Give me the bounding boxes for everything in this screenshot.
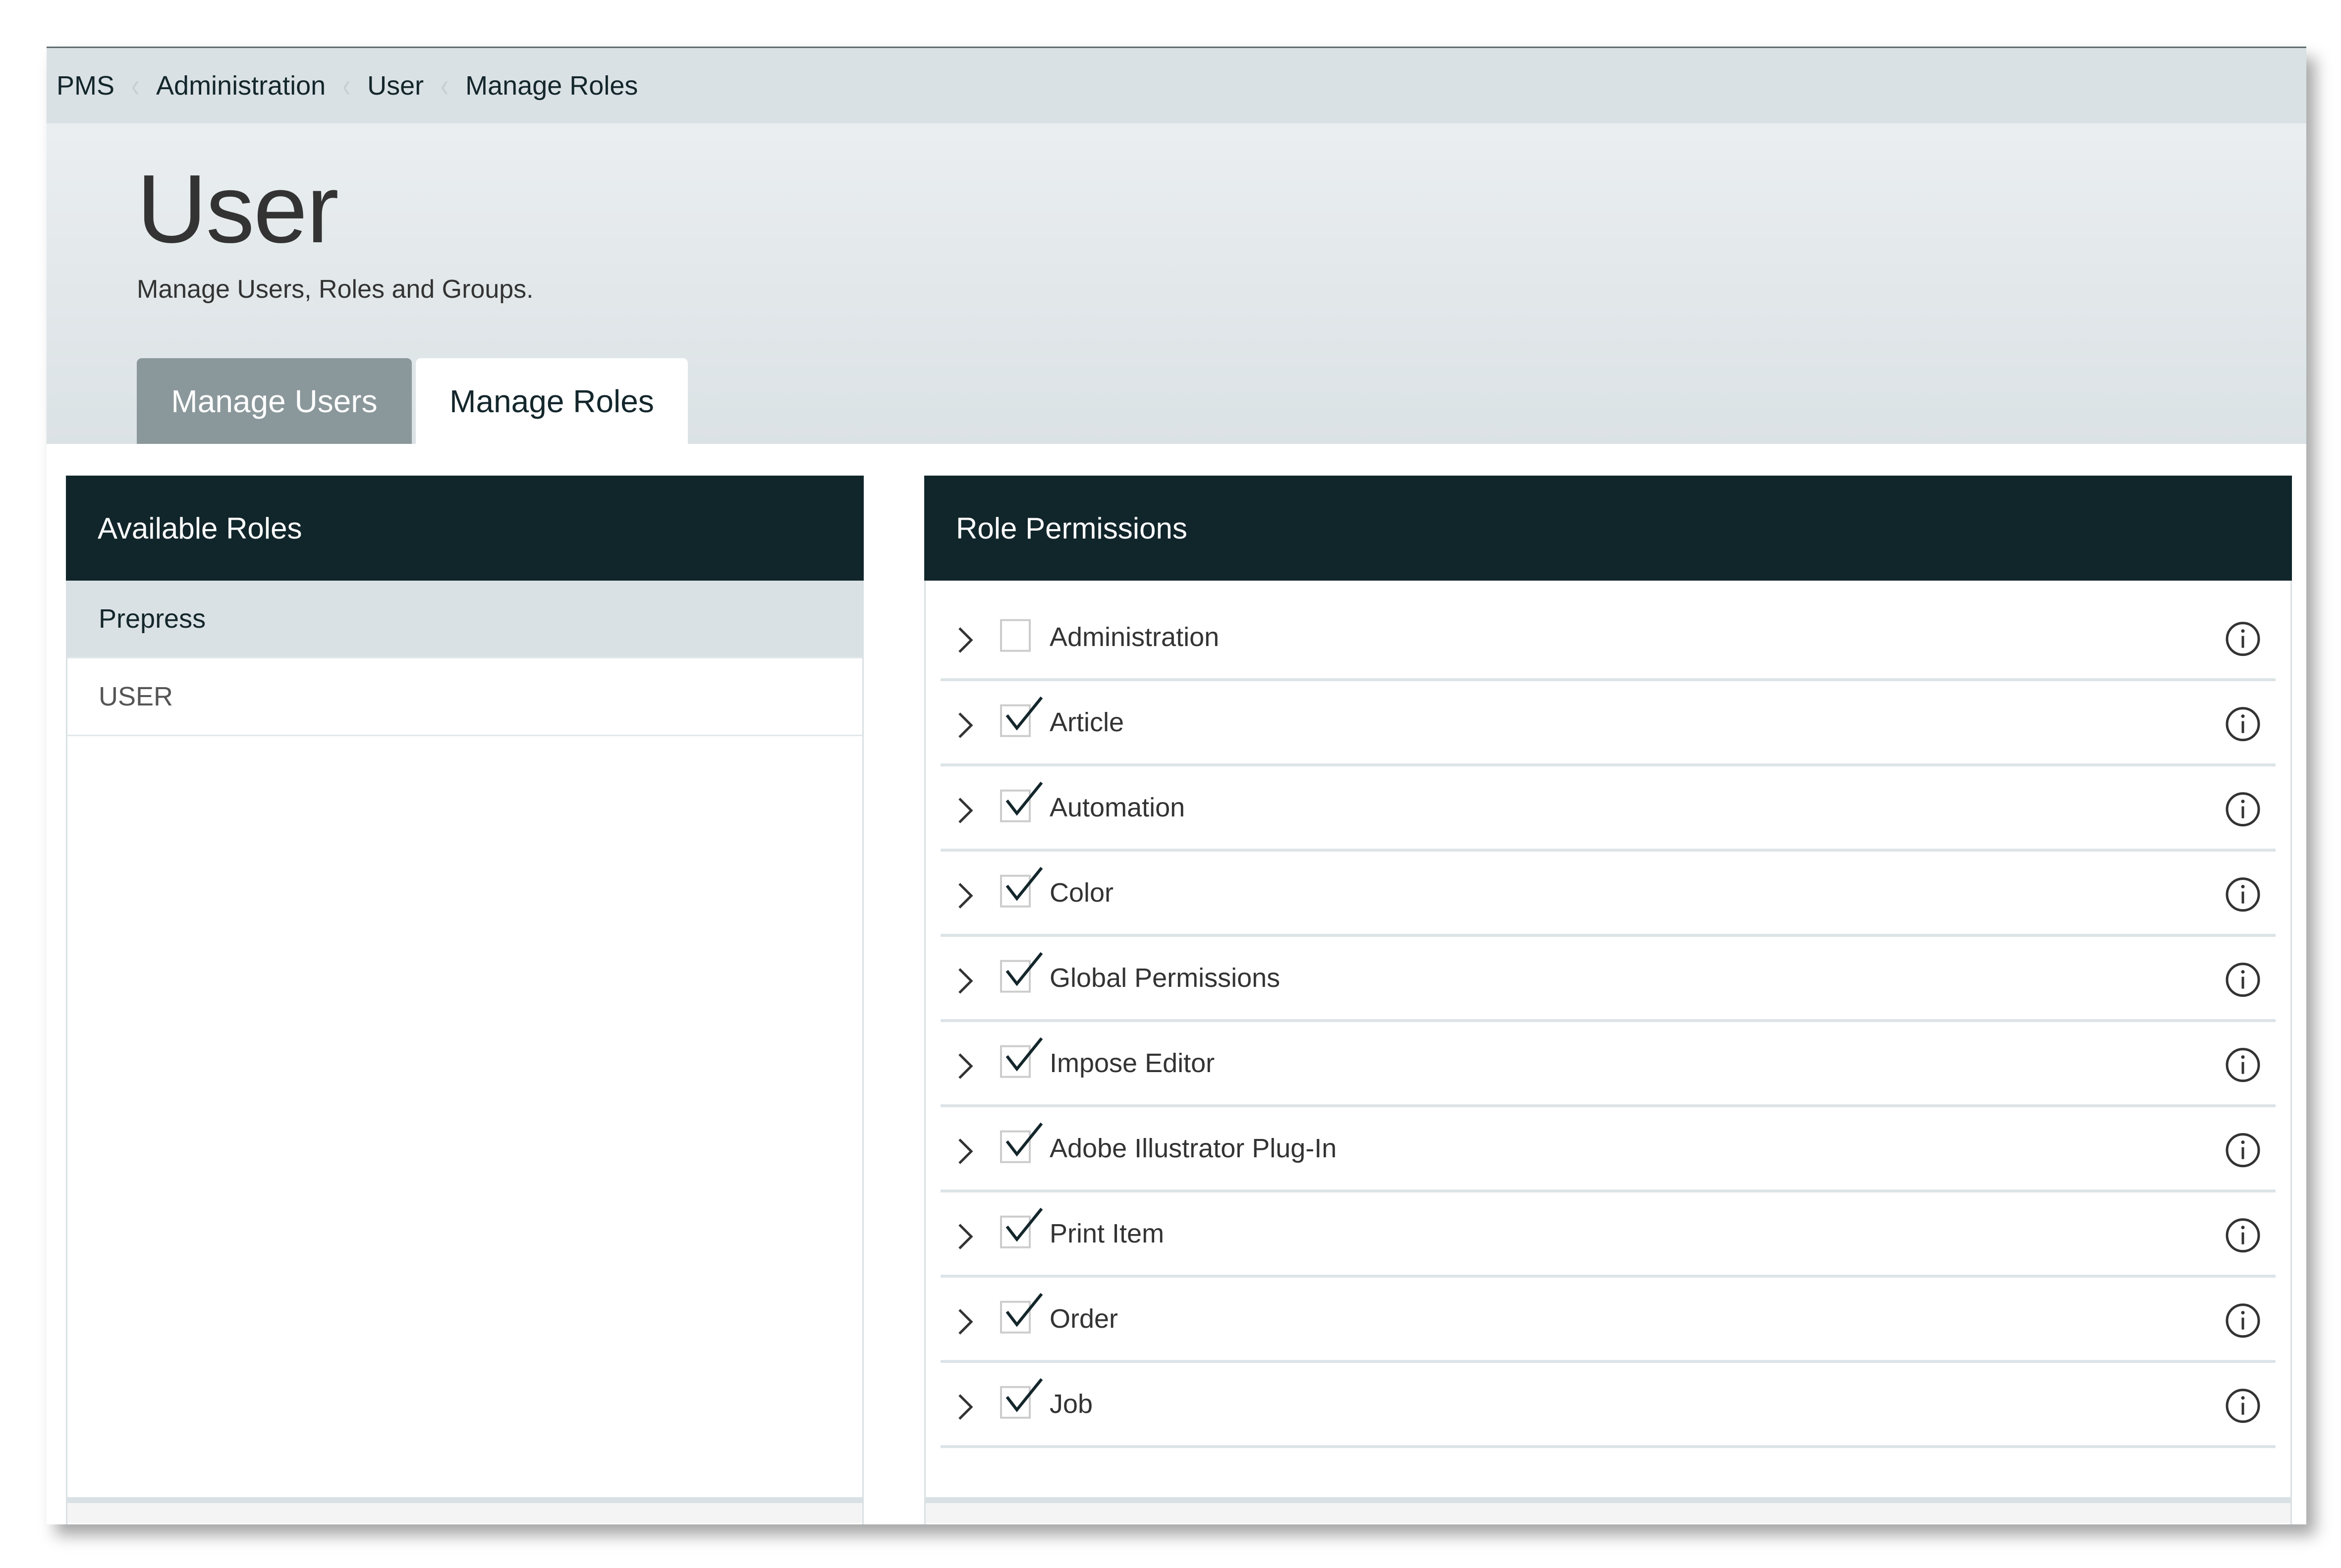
permission-row-administration: Administration <box>941 596 2276 681</box>
chevron-right-icon[interactable] <box>955 881 975 911</box>
permission-row-adobe-illustrator-plug-in: Adobe Illustrator Plug-In <box>941 1107 2276 1192</box>
info-circle-icon[interactable] <box>2225 1047 2261 1083</box>
permission-checkbox[interactable] <box>1000 1293 1043 1334</box>
chevron-right-icon[interactable] <box>955 1307 975 1337</box>
page-title: User <box>137 155 339 263</box>
info-circle-icon[interactable] <box>2225 877 2261 913</box>
permission-label: Automation <box>1050 793 1185 822</box>
info-circle-icon[interactable] <box>2225 962 2261 998</box>
chevron-right-icon[interactable] <box>955 1222 975 1251</box>
permission-checkbox[interactable] <box>1000 1122 1043 1163</box>
permission-row-order: Order <box>941 1278 2276 1363</box>
role-label: Prepress <box>99 604 206 634</box>
breadcrumb-separator-icon: ‹ <box>131 67 140 105</box>
panel-footer-divider <box>926 1497 2290 1503</box>
tab-label: Manage Users <box>171 383 378 419</box>
permission-row-automation: Automation <box>941 766 2276 852</box>
checkmark-icon <box>1005 1207 1043 1242</box>
info-circle-icon[interactable] <box>2225 1303 2261 1339</box>
role-label: USER <box>99 682 173 711</box>
permission-label: Job <box>1050 1389 1093 1419</box>
checkmark-icon <box>1005 1037 1043 1072</box>
permission-row-article: Article <box>941 681 2276 766</box>
breadcrumb-item-manage-roles: Manage Roles <box>465 71 638 101</box>
permission-label: Article <box>1050 707 1124 737</box>
role-item-user[interactable]: USER <box>67 658 862 736</box>
checkmark-icon <box>1005 1293 1043 1327</box>
page-subtitle: Manage Users, Roles and Groups. <box>137 275 534 304</box>
checkmark-icon <box>1005 1122 1043 1157</box>
chevron-right-icon[interactable] <box>955 1392 975 1422</box>
permission-checkbox[interactable] <box>1000 952 1043 993</box>
permission-checkbox[interactable] <box>1000 781 1043 822</box>
permission-row-print-item: Print Item <box>941 1192 2276 1278</box>
checkmark-icon <box>1005 952 1043 986</box>
panel-footer <box>926 1503 2290 1523</box>
breadcrumb-item-user[interactable]: User <box>367 70 424 101</box>
checkmark-icon <box>1005 866 1043 901</box>
breadcrumb-item-pms[interactable]: PMS <box>56 70 114 101</box>
tab-manage-users[interactable]: Manage Users <box>137 358 412 444</box>
chevron-right-icon[interactable] <box>955 796 975 825</box>
role-permissions-header: Role Permissions <box>924 476 2292 581</box>
breadcrumb-separator-icon: ‹ <box>441 67 449 105</box>
app-window: PMS ‹ Administration ‹ User ‹ Manage Rol… <box>47 47 2306 1524</box>
chevron-right-icon[interactable] <box>955 1051 975 1081</box>
permission-row-global-permissions: Global Permissions <box>941 937 2276 1022</box>
permission-label: Global Permissions <box>1050 963 1281 993</box>
permission-label: Impose Editor <box>1050 1048 1215 1078</box>
chevron-right-icon[interactable] <box>955 966 975 996</box>
chevron-right-icon[interactable] <box>955 625 975 655</box>
chevron-right-icon[interactable] <box>955 710 975 740</box>
permission-label: Print Item <box>1050 1219 1165 1248</box>
info-circle-icon[interactable] <box>2225 706 2261 742</box>
permission-row-job: Job <box>941 1363 2276 1448</box>
tab-label: Manage Roles <box>449 383 654 419</box>
info-circle-icon[interactable] <box>2225 1388 2261 1424</box>
permission-checkbox[interactable] <box>1000 1207 1043 1248</box>
page-header: User Manage Users, Roles and Groups. Man… <box>47 123 2306 444</box>
permission-row-impose-editor: Impose Editor <box>941 1022 2276 1107</box>
permission-row-color: Color <box>941 852 2276 937</box>
permission-checkbox[interactable] <box>1000 1037 1043 1078</box>
checkmark-icon <box>1005 781 1043 816</box>
breadcrumb-separator-icon: ‹ <box>342 67 351 105</box>
permission-checkbox[interactable] <box>1000 866 1043 908</box>
permission-label: Order <box>1050 1304 1118 1334</box>
checkmark-icon <box>1005 1378 1043 1412</box>
available-roles-header: Available Roles <box>66 476 864 581</box>
permission-checkbox[interactable] <box>1000 619 1031 652</box>
info-circle-icon[interactable] <box>2225 792 2261 827</box>
available-roles-panel: Available Roles Prepress USER <box>66 476 864 1524</box>
info-circle-icon[interactable] <box>2225 1218 2261 1253</box>
permission-label: Color <box>1050 878 1114 908</box>
role-item-prepress[interactable]: Prepress <box>67 581 862 658</box>
panel-footer-divider <box>67 1497 862 1503</box>
breadcrumb: PMS ‹ Administration ‹ User ‹ Manage Rol… <box>47 48 2306 123</box>
tab-manage-roles[interactable]: Manage Roles <box>416 358 688 444</box>
permission-label: Administration <box>1050 622 1220 652</box>
info-circle-icon[interactable] <box>2225 1133 2261 1168</box>
breadcrumb-item-administration[interactable]: Administration <box>156 70 326 101</box>
panel-footer <box>67 1503 862 1523</box>
checkmark-icon <box>1005 696 1043 731</box>
chevron-right-icon[interactable] <box>955 1136 975 1166</box>
permission-label: Adobe Illustrator Plug-In <box>1050 1134 1337 1163</box>
permission-checkbox[interactable] <box>1000 696 1043 737</box>
info-circle-icon[interactable] <box>2225 621 2261 657</box>
permission-checkbox[interactable] <box>1000 1378 1043 1419</box>
permission-list: Administration Article Automation Color … <box>941 596 2276 1448</box>
role-permissions-panel: Role Permissions Administration Article <box>924 476 2292 1524</box>
